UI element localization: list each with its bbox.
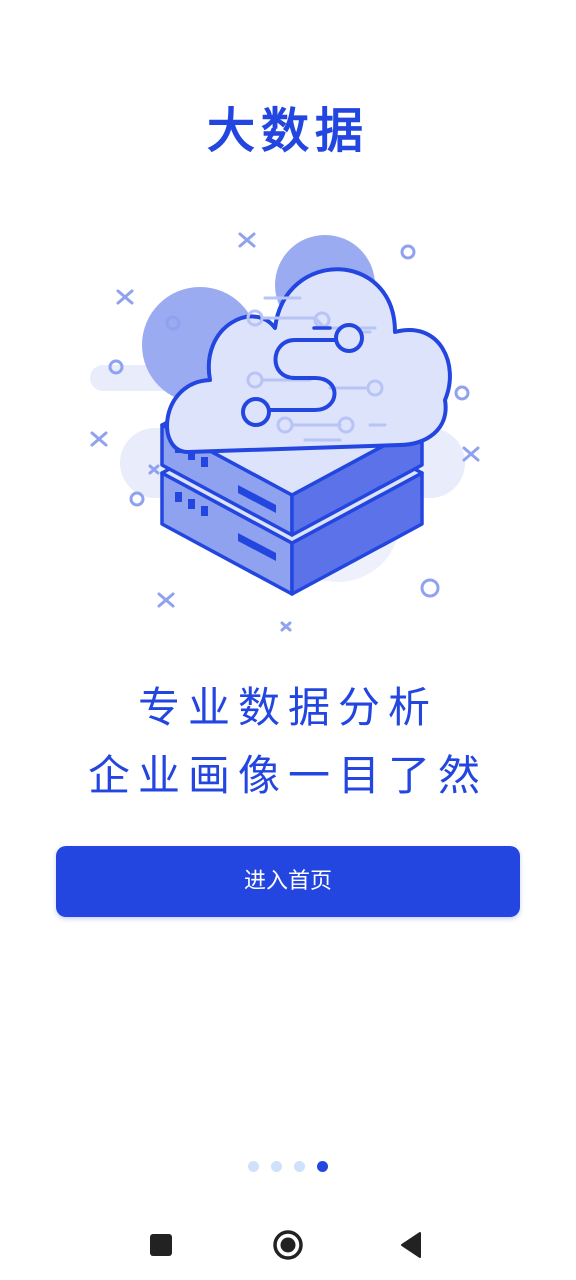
page-title: 大数据 (206, 103, 369, 159)
page-dot-3 (294, 1161, 305, 1172)
page-dot-4-active (317, 1161, 328, 1172)
page-dot-2 (271, 1161, 282, 1172)
enter-home-button[interactable]: 进入首页 (56, 846, 520, 917)
square-icon[interactable] (138, 1222, 184, 1268)
circle-icon[interactable] (265, 1222, 311, 1268)
slogan-line-1: 专业数据分析 (137, 683, 438, 732)
system-nav-bar (0, 1210, 576, 1280)
page-dot-1 (248, 1161, 259, 1172)
triangle-back-icon[interactable] (390, 1222, 436, 1268)
page-indicator (0, 1161, 576, 1172)
slogan-line-2: 企业画像一目了然 (87, 751, 488, 800)
cloud-server-icon (90, 232, 480, 632)
